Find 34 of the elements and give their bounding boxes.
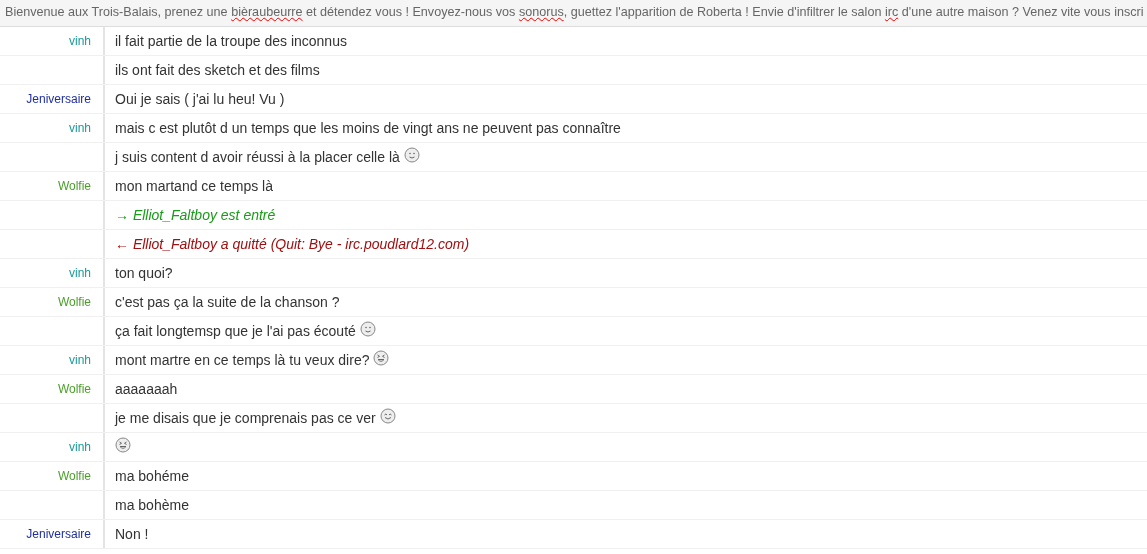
message-text: c'est pas ça la suite de la chanson ? bbox=[115, 294, 340, 310]
quit-notice: ← Elliot_Faltboy a quitté (Quit: Bye - irc.poudlard12.com) bbox=[115, 236, 470, 252]
message-text: mon martand ce temps là bbox=[115, 178, 273, 194]
nickname: vinh bbox=[69, 440, 91, 454]
nickname: vinh bbox=[69, 34, 91, 48]
nickname: Wolfie bbox=[57, 469, 91, 483]
message-text: Oui je sais ( j'ai lu heu! Vu ) bbox=[115, 91, 285, 107]
laughing-face-icon bbox=[115, 437, 131, 453]
join-notice: → Elliot_Faltboy est entré bbox=[115, 207, 276, 223]
nickname: Wolfie bbox=[57, 382, 91, 396]
message-text: mais c est plutôt d un temps que les moins de vingt ans ne peuvent pas connaître bbox=[115, 120, 621, 136]
nickname: Wolfie bbox=[57, 179, 91, 193]
nickname: Jeniversaire bbox=[26, 527, 91, 541]
message-text: ça fait longtemsp que je l'ai pas écouté bbox=[115, 323, 356, 339]
smiley-icon bbox=[359, 321, 376, 337]
message-text: ils ont fait des sketch et des films bbox=[115, 62, 320, 78]
message-text: il fait partie de la troupe des inconnus bbox=[115, 33, 347, 49]
message-text: mont martre en ce temps là tu veux dire? bbox=[115, 352, 370, 368]
message-text: je me disais que je comprenais pas ce ver bbox=[115, 410, 376, 426]
message-text: ma bohème bbox=[115, 497, 189, 513]
nickname: vinh bbox=[69, 353, 91, 367]
message-text: aaaaaaah bbox=[115, 381, 178, 397]
message-text: ton quoi? bbox=[115, 265, 173, 281]
channel-topic: Bienvenue aux Trois-Balais, prenez une bièraubeurre et détendez vous ! Envoyez-nous vos sonorus, guettez l'apparition de Roberta ! Envie d'infiltrer le salon irc d'une autre maison ? Venez vite vous inscri bbox=[0, 0, 1147, 27]
smiley-icon bbox=[403, 147, 420, 163]
message-text: ma bohéme bbox=[115, 468, 189, 484]
nickname: vinh bbox=[69, 121, 91, 135]
message-text: j suis content d avoir réussi à la placer celle là bbox=[115, 149, 400, 165]
grinning-face-icon bbox=[379, 408, 396, 424]
nickname: Wolfie bbox=[57, 295, 91, 309]
nickname: vinh bbox=[69, 266, 91, 280]
nickname: Jeniversaire bbox=[26, 92, 91, 106]
message-text: Non ! bbox=[115, 526, 149, 542]
laughing-face-icon bbox=[373, 350, 390, 366]
